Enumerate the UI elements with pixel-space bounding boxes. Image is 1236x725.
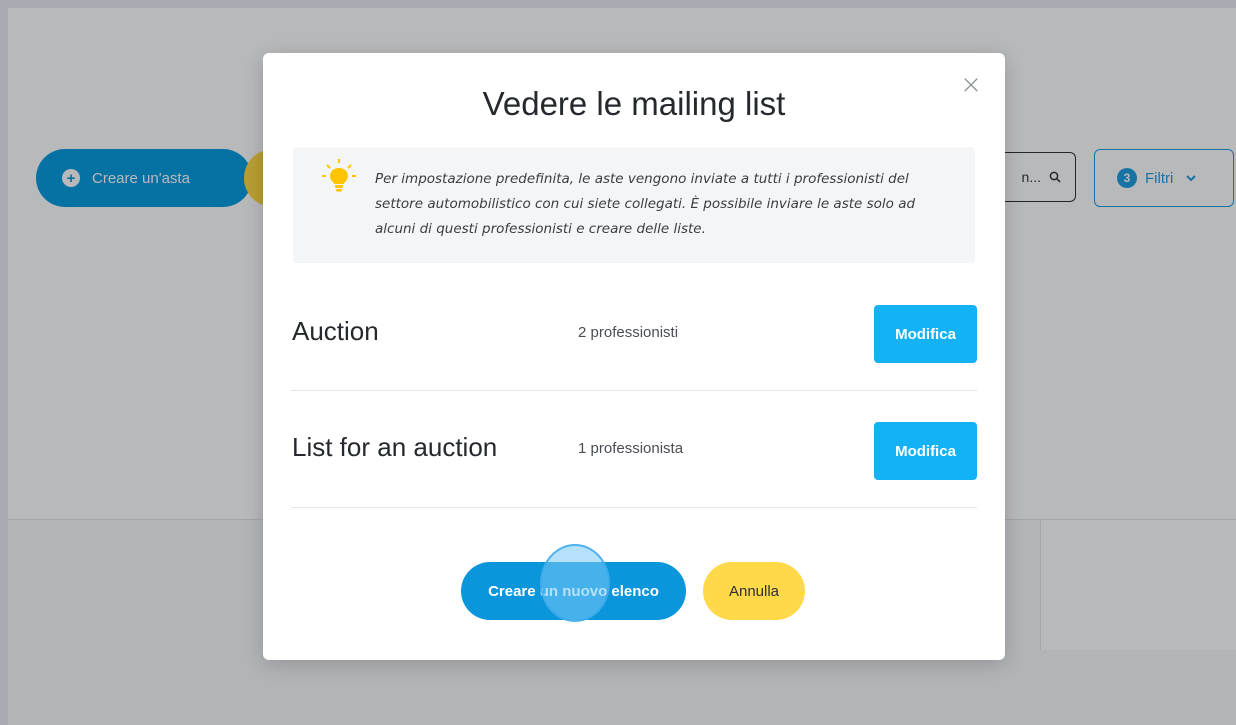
create-new-list-label: Creare un nuovo elenco — [488, 582, 659, 600]
list-member-count: 2 professionisti — [578, 324, 679, 341]
list-name: List for an auction — [292, 432, 498, 462]
mailing-list-row: List for an auction 1 professionista Mod… — [291, 391, 977, 508]
edit-list-button[interactable]: Modifica — [874, 422, 977, 480]
list-member-count: 1 professionista — [578, 440, 684, 457]
create-new-list-button[interactable]: Creare un nuovo elenco — [461, 562, 686, 620]
info-box: Per impostazione predefinita, le aste ve… — [293, 147, 975, 263]
cancel-button[interactable]: Annulla — [703, 562, 805, 620]
mailing-list-modal: × Vedere le mailing list Per impostazion… — [263, 53, 1005, 660]
edit-list-button[interactable]: Modifica — [874, 305, 977, 363]
lightbulb-icon — [322, 159, 356, 192]
modal-title: Vedere le mailing list — [482, 85, 786, 122]
mailing-list-row: Auction 2 professionisti Modifica — [291, 274, 977, 391]
info-text: Per impostazione predefinita, le aste ve… — [375, 171, 916, 237]
list-name: Auction — [292, 316, 379, 346]
